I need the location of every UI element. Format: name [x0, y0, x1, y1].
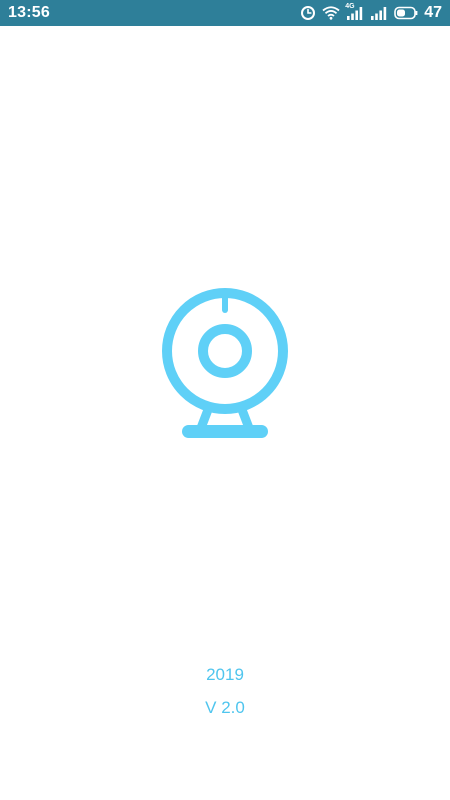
footer-gap	[0, 687, 450, 695]
copyright-year: 2019	[206, 665, 244, 684]
wifi-icon	[322, 6, 340, 20]
status-bar: 13:56 4G 47	[0, 0, 450, 26]
app-logo	[160, 288, 290, 444]
app-version: V 2.0	[205, 698, 245, 717]
alarm-icon	[300, 5, 316, 21]
signal-4g-icon: 4G	[345, 3, 364, 21]
signal-icon	[370, 5, 388, 21]
status-time: 13:56	[8, 4, 50, 21]
splash-screen: 13:56 4G 47 2019 V 2.0	[0, 0, 450, 800]
battery-percent: 47	[424, 4, 442, 21]
battery-icon	[394, 6, 418, 20]
status-icons: 4G 47	[300, 0, 442, 26]
splash-footer: 2019 V 2.0	[0, 662, 450, 720]
network-type-label: 4G	[345, 3, 355, 10]
webcam-icon	[162, 288, 288, 438]
